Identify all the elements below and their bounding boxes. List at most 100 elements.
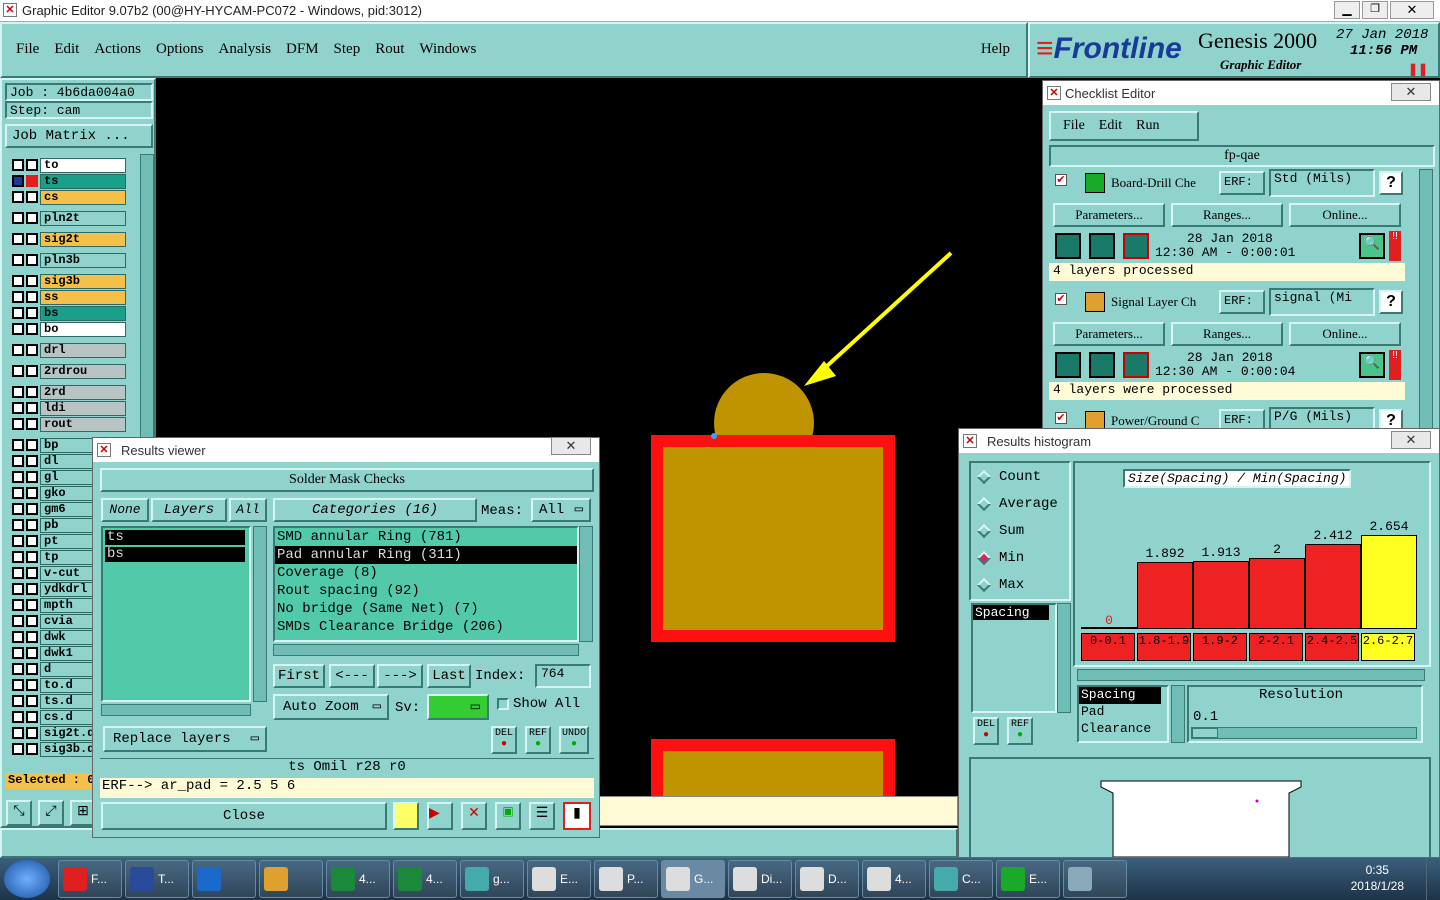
menu-actions[interactable]: Actions [94,41,141,58]
stop-icon[interactable] [1123,233,1149,259]
bar-category-label[interactable]: 1.9-2 [1193,633,1247,661]
run-icon[interactable] [1055,233,1081,259]
layer-name[interactable]: ldi [40,401,126,416]
layer-checkbox[interactable] [12,679,24,691]
layer-affected-checkbox[interactable] [26,583,38,595]
layer-row-cs[interactable]: cs [2,190,140,206]
results-close-icon[interactable]: ✕ [551,437,591,455]
item-check-icon[interactable]: ✔ [1055,412,1067,424]
taskbar-item[interactable]: Di... [728,860,792,898]
layer-row-2rd[interactable]: 2rd [2,385,140,401]
layer-name[interactable]: sig3b [40,274,126,289]
layer-affected-checkbox[interactable] [26,743,38,755]
result-layer-item[interactable]: bs [105,547,245,562]
layer-name[interactable]: ts [40,174,126,189]
layer-row-2rdrou[interactable]: 2rdrou [2,364,140,380]
histogram-bar[interactable] [1249,558,1305,629]
layer-name[interactable]: to [40,158,126,173]
layer-affected-checkbox[interactable] [26,503,38,515]
layer-checkbox[interactable] [12,254,24,266]
layer-affected-checkbox[interactable] [26,254,38,266]
mode-average-radio[interactable]: Average [971,490,1069,517]
layers-hscroll[interactable] [101,704,251,716]
zoom-results-icon[interactable]: 🔍 [1359,233,1385,259]
layer-row-drl[interactable]: drl [2,343,140,359]
auto-zoom-select[interactable]: Auto Zoom ▭ [273,694,389,720]
checklist-scrollbar[interactable] [1419,169,1433,429]
layer-checkbox[interactable] [12,647,24,659]
layer-row-ldi[interactable]: ldi [2,401,140,417]
checklist-close-button[interactable]: ✕ [1391,83,1431,101]
erf-button[interactable]: ERF: [1219,409,1265,429]
mode-count-radio[interactable]: Count [971,463,1069,490]
histogram-tool-icon[interactable] [393,802,419,830]
layer-affected-checkbox[interactable] [26,551,38,563]
report-tool-icon[interactable]: ▶ [427,802,453,830]
field2-scrollbar[interactable] [1171,685,1185,743]
hist-ref-button[interactable]: REF ● [1007,717,1033,745]
measure-tool-icon[interactable]: ⤢ [38,800,64,826]
erf-button[interactable]: ERF: [1219,290,1265,314]
histogram-bar[interactable] [1361,535,1417,629]
layer-affected-checkbox[interactable] [26,679,38,691]
taskbar-item[interactable]: g... [460,860,524,898]
layer-name[interactable]: cs [40,190,126,205]
zoom-tool-icon[interactable]: ⤡ [6,800,32,826]
checklist-menu-file[interactable]: File [1063,118,1085,134]
layer-row-sig2t[interactable]: sig2t [2,232,140,248]
help-button[interactable]: ? [1379,409,1403,429]
menu-windows[interactable]: Windows [419,41,476,58]
layer-affected-checkbox[interactable] [26,615,38,627]
replace-layers-select[interactable]: Replace layers ▭ [103,726,267,752]
job-matrix-button[interactable]: Job Matrix ... [5,124,153,148]
field-item[interactable]: Spacing [973,605,1049,620]
layer-affected-checkbox[interactable] [26,455,38,467]
layer-checkbox[interactable] [12,212,24,224]
layer-checkbox[interactable] [12,418,24,430]
layer-checkbox[interactable] [12,386,24,398]
bar-category-label[interactable]: 2.4-2.5 [1305,633,1359,661]
del-button[interactable]: DEL ● [491,726,517,754]
index-input[interactable]: 764 [535,664,591,688]
layer-checkbox[interactable] [12,583,24,595]
layer-affected-checkbox[interactable] [26,344,38,356]
mode-min-radio[interactable]: Min [971,544,1069,571]
close-results-button[interactable]: Close [101,802,387,830]
layer-name[interactable]: bo [40,322,126,337]
taskbar-item[interactable]: 4... [862,860,926,898]
resolution-slider-thumb[interactable] [1192,728,1218,738]
layer-checkbox[interactable] [12,727,24,739]
layer-affected-checkbox[interactable] [26,599,38,611]
prev-button[interactable]: <--- [329,664,375,688]
layer-checkbox[interactable] [12,551,24,563]
category-item[interactable]: Rout spacing (92) [275,582,577,600]
layer-affected-checkbox[interactable] [26,487,38,499]
parameters-button[interactable]: Parameters... [1053,203,1165,227]
layer-checkbox[interactable] [12,487,24,499]
mode-sum-radio[interactable]: Sum [971,517,1069,544]
layer-affected-checkbox[interactable] [26,471,38,483]
tray-clock[interactable]: 0:35 2018/1/28 [1351,862,1404,894]
run-all-icon[interactable] [1089,233,1115,259]
layer-checkbox[interactable] [12,291,24,303]
layer-affected-checkbox[interactable] [26,631,38,643]
menu-step[interactable]: Step [334,41,361,58]
step-tool-icon[interactable]: ▣ [495,802,521,830]
layer-checkbox[interactable] [12,344,24,356]
histogram-bar[interactable] [1137,562,1193,629]
layer-name[interactable]: bs [40,306,126,321]
layer-checkbox[interactable] [12,503,24,515]
layer-row-ts[interactable]: ts [2,174,140,190]
taskbar-item[interactable]: E... [527,860,591,898]
categories-hscroll[interactable] [273,644,579,656]
show-all-checkbox[interactable] [497,698,509,710]
taskbar-item[interactable]: T... [125,860,189,898]
layer-checkbox[interactable] [12,275,24,287]
bar-category-label[interactable]: 2-2.1 [1249,633,1303,661]
layer-affected-checkbox[interactable] [26,323,38,335]
hist-del-button[interactable]: DEL ● [973,717,999,745]
category-item[interactable]: Coverage (8) [275,564,577,582]
layer-affected-checkbox[interactable] [26,439,38,451]
layer-checkbox[interactable] [12,402,24,414]
menu-file[interactable]: File [16,41,39,58]
